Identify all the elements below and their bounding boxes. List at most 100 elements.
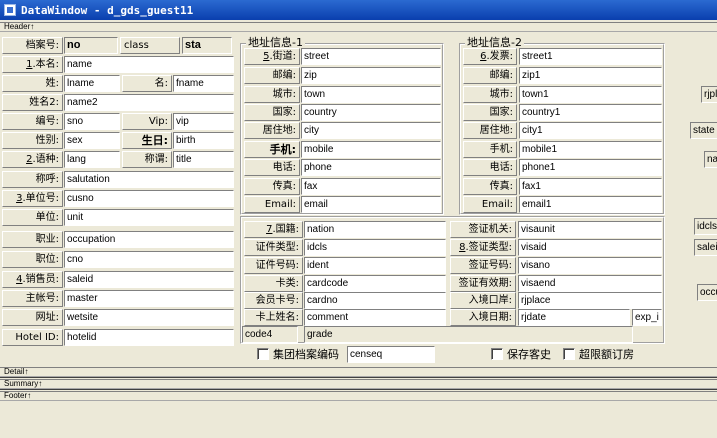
state-edge-field[interactable]: state [690, 122, 717, 139]
website-field[interactable]: wetsite [64, 309, 234, 326]
file-no-field[interactable]: no [64, 37, 118, 54]
country1-field[interactable]: country1 [519, 104, 662, 121]
mobile1-label: 手机: [463, 141, 517, 158]
visaend-field[interactable]: visaend [518, 275, 662, 292]
visano-label: 签证号码: [450, 257, 516, 274]
name-label: 1.本名: [2, 56, 63, 73]
summary-band[interactable]: Summary↑ [0, 379, 717, 389]
nation-field[interactable]: nation [304, 221, 446, 238]
visaunit-field[interactable]: visaunit [518, 221, 662, 238]
saleid-field[interactable]: saleid [64, 271, 234, 288]
salutation-field[interactable]: salutation [64, 171, 234, 188]
visaid-label: 8.签证类型: [450, 239, 516, 256]
checkbox-box-icon[interactable] [491, 348, 503, 360]
footer-band[interactable]: Footer↑ [0, 391, 717, 401]
rjdate-field[interactable]: rjdate [518, 309, 630, 326]
code4-field[interactable]: code4 [242, 326, 298, 343]
window-titlebar: DataWindow - d_gds_guest11 [0, 0, 717, 20]
ident-label: 证件号码: [244, 257, 303, 274]
town1-field[interactable]: town1 [519, 86, 662, 103]
name-field[interactable]: name [64, 56, 234, 73]
rjplace-field[interactable]: rjplace [518, 292, 662, 309]
exp-field[interactable]: exp_i [632, 309, 662, 326]
band-divider [0, 377, 717, 378]
censeq-field[interactable]: censeq [347, 346, 435, 363]
occu-edge-field[interactable]: occu [697, 284, 717, 301]
fax1-field[interactable]: fax1 [519, 178, 662, 195]
unit-label: 单位: [2, 209, 63, 226]
phone-field[interactable]: phone [301, 159, 441, 176]
ident-field[interactable]: ident [304, 257, 446, 274]
fax-label: 传真: [244, 178, 300, 195]
sno-field[interactable]: sno [64, 113, 120, 130]
lang-field[interactable]: lang [64, 151, 120, 168]
website-label: 网址: [2, 309, 63, 326]
vip-field[interactable]: vip [173, 113, 234, 130]
visaend-label: 签证有效期: [450, 275, 516, 292]
master-field[interactable]: master [64, 290, 234, 307]
email1-label: Email: [463, 196, 517, 213]
visano-field[interactable]: visano [518, 257, 662, 274]
checkbox-box-icon[interactable] [257, 348, 269, 360]
surname-field[interactable]: lname [64, 75, 120, 92]
detail-band[interactable]: Detail↑ [0, 367, 717, 377]
birth-label: 生日: [122, 132, 172, 149]
na-edge-field[interactable]: na [704, 151, 717, 168]
invoice-field[interactable]: street1 [519, 48, 662, 65]
comment-field[interactable]: comment [304, 309, 446, 326]
keep-history-checkbox[interactable]: 保存客史 [491, 346, 551, 362]
salutation-label: 称呼: [2, 171, 63, 188]
fax-field[interactable]: fax [301, 178, 441, 195]
cardcode-field[interactable]: cardcode [304, 275, 446, 292]
rjplace-label: 入境口岸: [450, 292, 516, 309]
town-label: 城市: [244, 86, 300, 103]
zip1-field[interactable]: zip1 [519, 67, 662, 84]
name2-field[interactable]: name2 [64, 94, 234, 111]
saleid-edge-field[interactable]: saleid [694, 239, 717, 256]
unit-field[interactable]: unit [64, 209, 234, 226]
sex-field[interactable]: sex [64, 132, 120, 149]
master-label: 主帐号: [2, 290, 63, 307]
email1-field[interactable]: email1 [519, 196, 662, 213]
idcls-edge-field[interactable]: idcls [694, 218, 717, 235]
city1-field[interactable]: city1 [519, 122, 662, 139]
occupation-label: 职业: [2, 231, 63, 248]
town-field[interactable]: town [301, 86, 441, 103]
class-field[interactable]: sta [182, 37, 232, 54]
over-limit-checkbox[interactable]: 超限额订房 [563, 346, 634, 362]
datawindow-icon [4, 4, 16, 16]
given-name-field[interactable]: fname [173, 75, 234, 92]
grade-field[interactable]: grade [304, 326, 633, 343]
sno-label: 编号: [2, 113, 63, 130]
mobile1-field[interactable]: mobile1 [519, 141, 662, 158]
visaid-field[interactable]: visaid [518, 239, 662, 256]
zip-field[interactable]: zip [301, 67, 441, 84]
city-field[interactable]: city [301, 122, 441, 139]
street-field[interactable]: street [301, 48, 441, 65]
cusno-label: 3.单位号: [2, 190, 63, 207]
file-no-label: 档案号: [2, 37, 63, 54]
phone1-field[interactable]: phone1 [519, 159, 662, 176]
cno-field[interactable]: cno [64, 251, 234, 268]
cno-label: 职位: [2, 251, 63, 268]
occupation-field[interactable]: occupation [64, 231, 234, 248]
city-label: 居住地: [244, 122, 300, 139]
visaunit-label: 签证机关: [450, 221, 516, 238]
idcls-field[interactable]: idcls [304, 239, 446, 256]
header-band[interactable]: Header↑ [0, 22, 717, 32]
cardno-field[interactable]: cardno [304, 292, 446, 309]
birth-field[interactable]: birth [173, 132, 234, 149]
country-field[interactable]: country [301, 104, 441, 121]
email-label: Email: [244, 196, 300, 213]
mobile-field[interactable]: mobile [301, 141, 441, 158]
band-divider [0, 389, 717, 390]
street-label: 5.街道: [244, 48, 300, 65]
cusno-field[interactable]: cusno [64, 190, 234, 207]
rjpl-edge-field[interactable]: rjpl [701, 86, 717, 103]
checkbox-box-icon[interactable] [563, 348, 575, 360]
email-field[interactable]: email [301, 196, 441, 213]
group-file-code-checkbox[interactable]: 集团档案编码 [257, 346, 339, 362]
title-field[interactable]: title [173, 151, 234, 168]
phone1-label: 电话: [463, 159, 517, 176]
hotelid-field[interactable]: hotelid [64, 329, 234, 346]
